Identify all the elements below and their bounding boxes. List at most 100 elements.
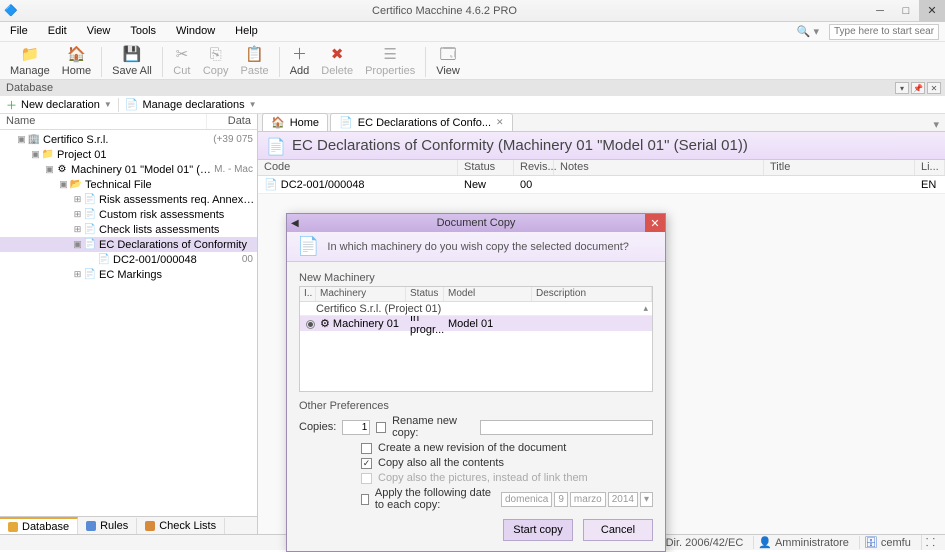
doc-header-icon: 📄 <box>266 137 284 155</box>
dialog-question: In which machinery do you wish copy the … <box>327 241 628 253</box>
tree: ▣🏢Certifico S.r.l.(+39 075 ▣📁Project 01 … <box>0 130 257 516</box>
title-bar: 🔷 Certifico Macchine 4.6.2 PRO ─ □ ✕ <box>0 0 945 22</box>
mcell-model: Model 01 <box>444 317 532 331</box>
cell-li: EN <box>915 178 945 192</box>
tabs-dropdown[interactable]: ▾ <box>927 118 945 131</box>
tool-view[interactable]: 🗔View <box>430 46 466 79</box>
tab-ecdecl[interactable]: 📄EC Declarations of Confo...✕ <box>330 113 513 131</box>
cell-code: 📄 DC2-001/000048 <box>258 177 458 192</box>
tool-home[interactable]: 🏠Home <box>56 46 97 79</box>
menu-bar: File Edit View Tools Window Help 🔍 ▾ <box>0 22 945 42</box>
menu-window[interactable]: Window <box>166 22 225 41</box>
database-label: Database <box>6 82 53 94</box>
mcol-model[interactable]: Model <box>444 287 532 301</box>
tool-properties-label: Properties <box>365 65 415 77</box>
grid-col-status[interactable]: Status <box>458 160 514 175</box>
grid-row[interactable]: 📄 DC2-001/000048 New 00 EN <box>258 176 945 194</box>
tool-add[interactable]: ＋Add <box>284 46 316 79</box>
rename-input[interactable] <box>480 420 653 435</box>
manage-declarations-label: Manage declarations <box>143 99 245 111</box>
machinery-group-row[interactable]: Certifico S.r.l. (Project 01) ▴ <box>300 302 652 316</box>
pref-newrev: Create a new revision of the document <box>299 442 653 454</box>
cell-notes <box>554 184 764 186</box>
mcol-machinery[interactable]: Machinery <box>316 287 406 301</box>
status-resize-grip[interactable]: ⸬ <box>921 535 939 550</box>
pref-applydate: Apply the following date to each copy: d… <box>299 487 653 511</box>
manage-declarations-button[interactable]: 📄Manage declarations▼ <box>119 96 263 113</box>
copyall-checkbox[interactable] <box>361 458 372 469</box>
tab-close-icon[interactable]: ✕ <box>496 117 504 128</box>
machinery-radio[interactable] <box>306 320 315 329</box>
tree-col-name[interactable]: Name <box>0 114 207 129</box>
menu-file[interactable]: File <box>0 22 38 41</box>
close-button[interactable]: ✕ <box>919 0 945 22</box>
tree-checklists[interactable]: ⊞📄Check lists assessments <box>0 222 257 237</box>
tree-machinery[interactable]: ▣⚙Machinery 01 "Model 01" (Serial 01)M. … <box>0 162 257 177</box>
mcol-i[interactable]: I.. <box>300 287 316 301</box>
menu-view[interactable]: View <box>77 22 121 41</box>
minimize-button[interactable]: ─ <box>867 0 893 22</box>
mcell-description <box>532 323 652 325</box>
grid-col-notes[interactable]: Notes <box>554 160 764 175</box>
pref-copypics: Copy also the pictures, instead of link … <box>299 472 653 484</box>
document-copy-dialog: ◀ Document Copy ✕ 📄 In which machinery d… <box>286 213 666 552</box>
menu-edit[interactable]: Edit <box>38 22 77 41</box>
dialog-close-button[interactable]: ✕ <box>645 214 665 232</box>
panel-dropdown[interactable]: ▾ <box>895 82 909 94</box>
tree-ecdecl[interactable]: ▣📄EC Declarations of Conformity <box>0 237 257 252</box>
tool-paste-label: Paste <box>241 65 269 77</box>
grid-col-title[interactable]: Title <box>764 160 915 175</box>
copypics-label: Copy also the pictures, instead of link … <box>378 472 588 484</box>
tree-risk[interactable]: ⊞📄Risk assessments req. Annex I Dir. 200… <box>0 192 257 207</box>
machinery-row[interactable]: ⚙ Machinery 01 In progr... Model 01 <box>300 316 652 331</box>
tree-markings[interactable]: ⊞📄EC Markings <box>0 267 257 282</box>
tool-saveall[interactable]: 💾Save All <box>106 46 158 79</box>
tool-manage[interactable]: 📁Manage <box>4 46 56 79</box>
grid-col-li[interactable]: Li... <box>915 160 945 175</box>
tree-custom[interactable]: ⊞📄Custom risk assessments <box>0 207 257 222</box>
search-input[interactable] <box>829 24 939 40</box>
rename-label: Rename new copy: <box>392 415 474 439</box>
grid-col-code[interactable]: Code <box>258 160 458 175</box>
mcol-description[interactable]: Description <box>532 287 652 301</box>
tab-home[interactable]: 🏠Home <box>262 113 328 131</box>
group-collapse-icon[interactable]: ▴ <box>643 303 648 314</box>
btab-database[interactable]: Database <box>0 517 78 535</box>
tree-dc2[interactable]: 📄DC2-001/00004800 <box>0 252 257 267</box>
doc-header-title: EC Declarations of Conformity (Machinery… <box>292 137 748 154</box>
panel-pin[interactable]: 📌 <box>911 82 925 94</box>
section-other-prefs: Other Preferences <box>299 400 653 412</box>
pref-copies: Copies: Rename new copy: <box>299 415 653 439</box>
document-tabs: 🏠Home 📄EC Declarations of Confo...✕ ▾ <box>258 114 945 132</box>
dialog-banner-icon: 📄 <box>297 236 319 257</box>
panel-close[interactable]: ✕ <box>927 82 941 94</box>
copies-input[interactable] <box>342 420 370 435</box>
mcol-status[interactable]: Status <box>406 287 444 301</box>
menu-help[interactable]: Help <box>225 22 268 41</box>
tree-project[interactable]: ▣📁Project 01 <box>0 147 257 162</box>
dialog-icon: ◀ <box>291 218 299 229</box>
cancel-button[interactable]: Cancel <box>583 519 653 541</box>
newrev-checkbox[interactable] <box>361 443 372 454</box>
btab-rules[interactable]: Rules <box>78 518 137 534</box>
date-dropdown-icon[interactable]: ▾ <box>640 492 653 507</box>
menu-tools[interactable]: Tools <box>120 22 166 41</box>
btab-checklists[interactable]: Check Lists <box>137 518 225 534</box>
app-title: Certifico Macchine 4.6.2 PRO <box>22 5 867 17</box>
grid-col-revis[interactable]: Revis... <box>514 160 554 175</box>
document-header: 📄 EC Declarations of Conformity (Machine… <box>258 132 945 160</box>
search-icon[interactable]: 🔍 ▾ <box>791 25 825 38</box>
applydate-checkbox[interactable] <box>361 494 369 505</box>
tree-col-data[interactable]: Data <box>207 114 257 129</box>
tool-home-label: Home <box>62 65 91 77</box>
maximize-button[interactable]: □ <box>893 0 919 22</box>
status-server: 🗄cemfu <box>859 536 915 549</box>
new-declaration-button[interactable]: ＋New declaration▼ <box>0 95 118 115</box>
bottom-tabs: Database Rules Check Lists <box>0 516 257 534</box>
tool-delete-label: Delete <box>321 65 353 77</box>
rename-checkbox[interactable] <box>376 422 386 433</box>
start-copy-button[interactable]: Start copy <box>503 519 573 541</box>
tree-techfile[interactable]: ▣📂Technical File <box>0 177 257 192</box>
date-picker[interactable]: domenica 9 marzo 2014 ▾ <box>501 492 653 507</box>
tree-root[interactable]: ▣🏢Certifico S.r.l.(+39 075 <box>0 132 257 147</box>
